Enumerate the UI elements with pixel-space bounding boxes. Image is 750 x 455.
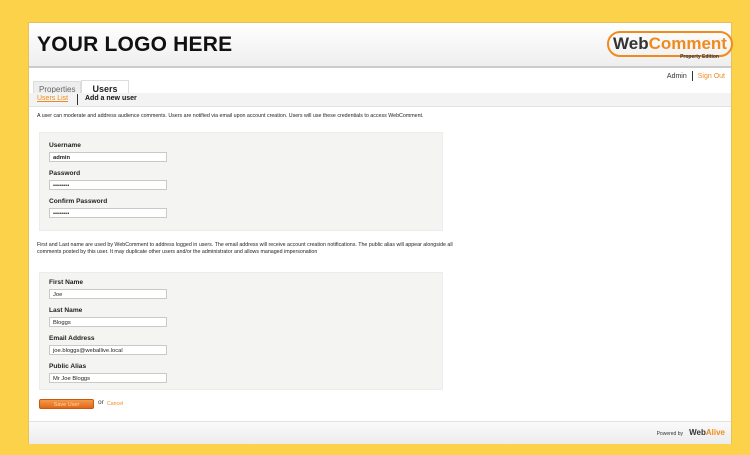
username-field[interactable]: admin — [49, 152, 167, 162]
footer-brand-alive: Alive — [705, 428, 725, 437]
webcomment-logo: WebComment Property Edition — [605, 31, 733, 63]
intro-text: A user can moderate and address audience… — [37, 113, 424, 119]
user-menu: Admin Sign Out — [667, 71, 725, 81]
footer: Powered by WebAlive — [29, 421, 731, 444]
brand-comment-text: Comment — [648, 34, 727, 53]
confirm-password-field[interactable]: •••••••• — [49, 208, 167, 218]
main-tabs: Properties Users — [33, 78, 129, 96]
add-user-link[interactable]: Add a new user — [85, 95, 137, 102]
password-label: Password — [49, 170, 81, 177]
username-label: Username — [49, 142, 81, 149]
powered-by-text: Powered by — [656, 431, 683, 437]
or-text: or — [98, 399, 104, 406]
public-alias-field[interactable]: Mr Joe Bloggs — [49, 373, 167, 383]
last-name-field[interactable]: Bloggs — [49, 317, 167, 327]
first-name-field[interactable]: Joe — [49, 289, 167, 299]
header: YOUR LOGO HERE WebComment Property Editi… — [29, 23, 733, 67]
site-logo: YOUR LOGO HERE — [37, 33, 233, 56]
details-panel: First Name Joe Last Name Bloggs Email Ad… — [39, 272, 443, 390]
confirm-password-label: Confirm Password — [49, 198, 108, 205]
header-divider — [29, 66, 731, 68]
app-frame: YOUR LOGO HERE WebComment Property Editi… — [28, 22, 733, 444]
credentials-panel: Username admin Password •••••••• Confirm… — [39, 132, 443, 231]
subnav-divider — [77, 94, 78, 105]
sign-out-link[interactable]: Sign Out — [698, 73, 725, 80]
email-label: Email Address — [49, 335, 95, 342]
cancel-link[interactable]: Cancel — [107, 401, 123, 407]
first-name-label: First Name — [49, 279, 84, 286]
last-name-label: Last Name — [49, 307, 83, 314]
password-field[interactable]: •••••••• — [49, 180, 167, 190]
brand-subtitle: Property Edition — [680, 54, 719, 60]
public-alias-label: Public Alias — [49, 363, 87, 370]
brand-web-text: Web — [613, 34, 649, 53]
user-menu-divider — [691, 71, 693, 81]
users-list-link[interactable]: Users List — [37, 95, 68, 102]
current-user-label: Admin — [666, 72, 687, 80]
details-text: First and Last name are used by WebComme… — [37, 242, 453, 255]
email-field[interactable]: joe.bloggs@weballive.local — [49, 345, 167, 355]
sub-navigation: Users List Add a new user — [29, 93, 731, 107]
weballive-logo[interactable]: WebAlive — [689, 428, 725, 437]
save-user-button[interactable]: Save User — [39, 399, 94, 409]
footer-brand-web: Web — [689, 428, 706, 437]
